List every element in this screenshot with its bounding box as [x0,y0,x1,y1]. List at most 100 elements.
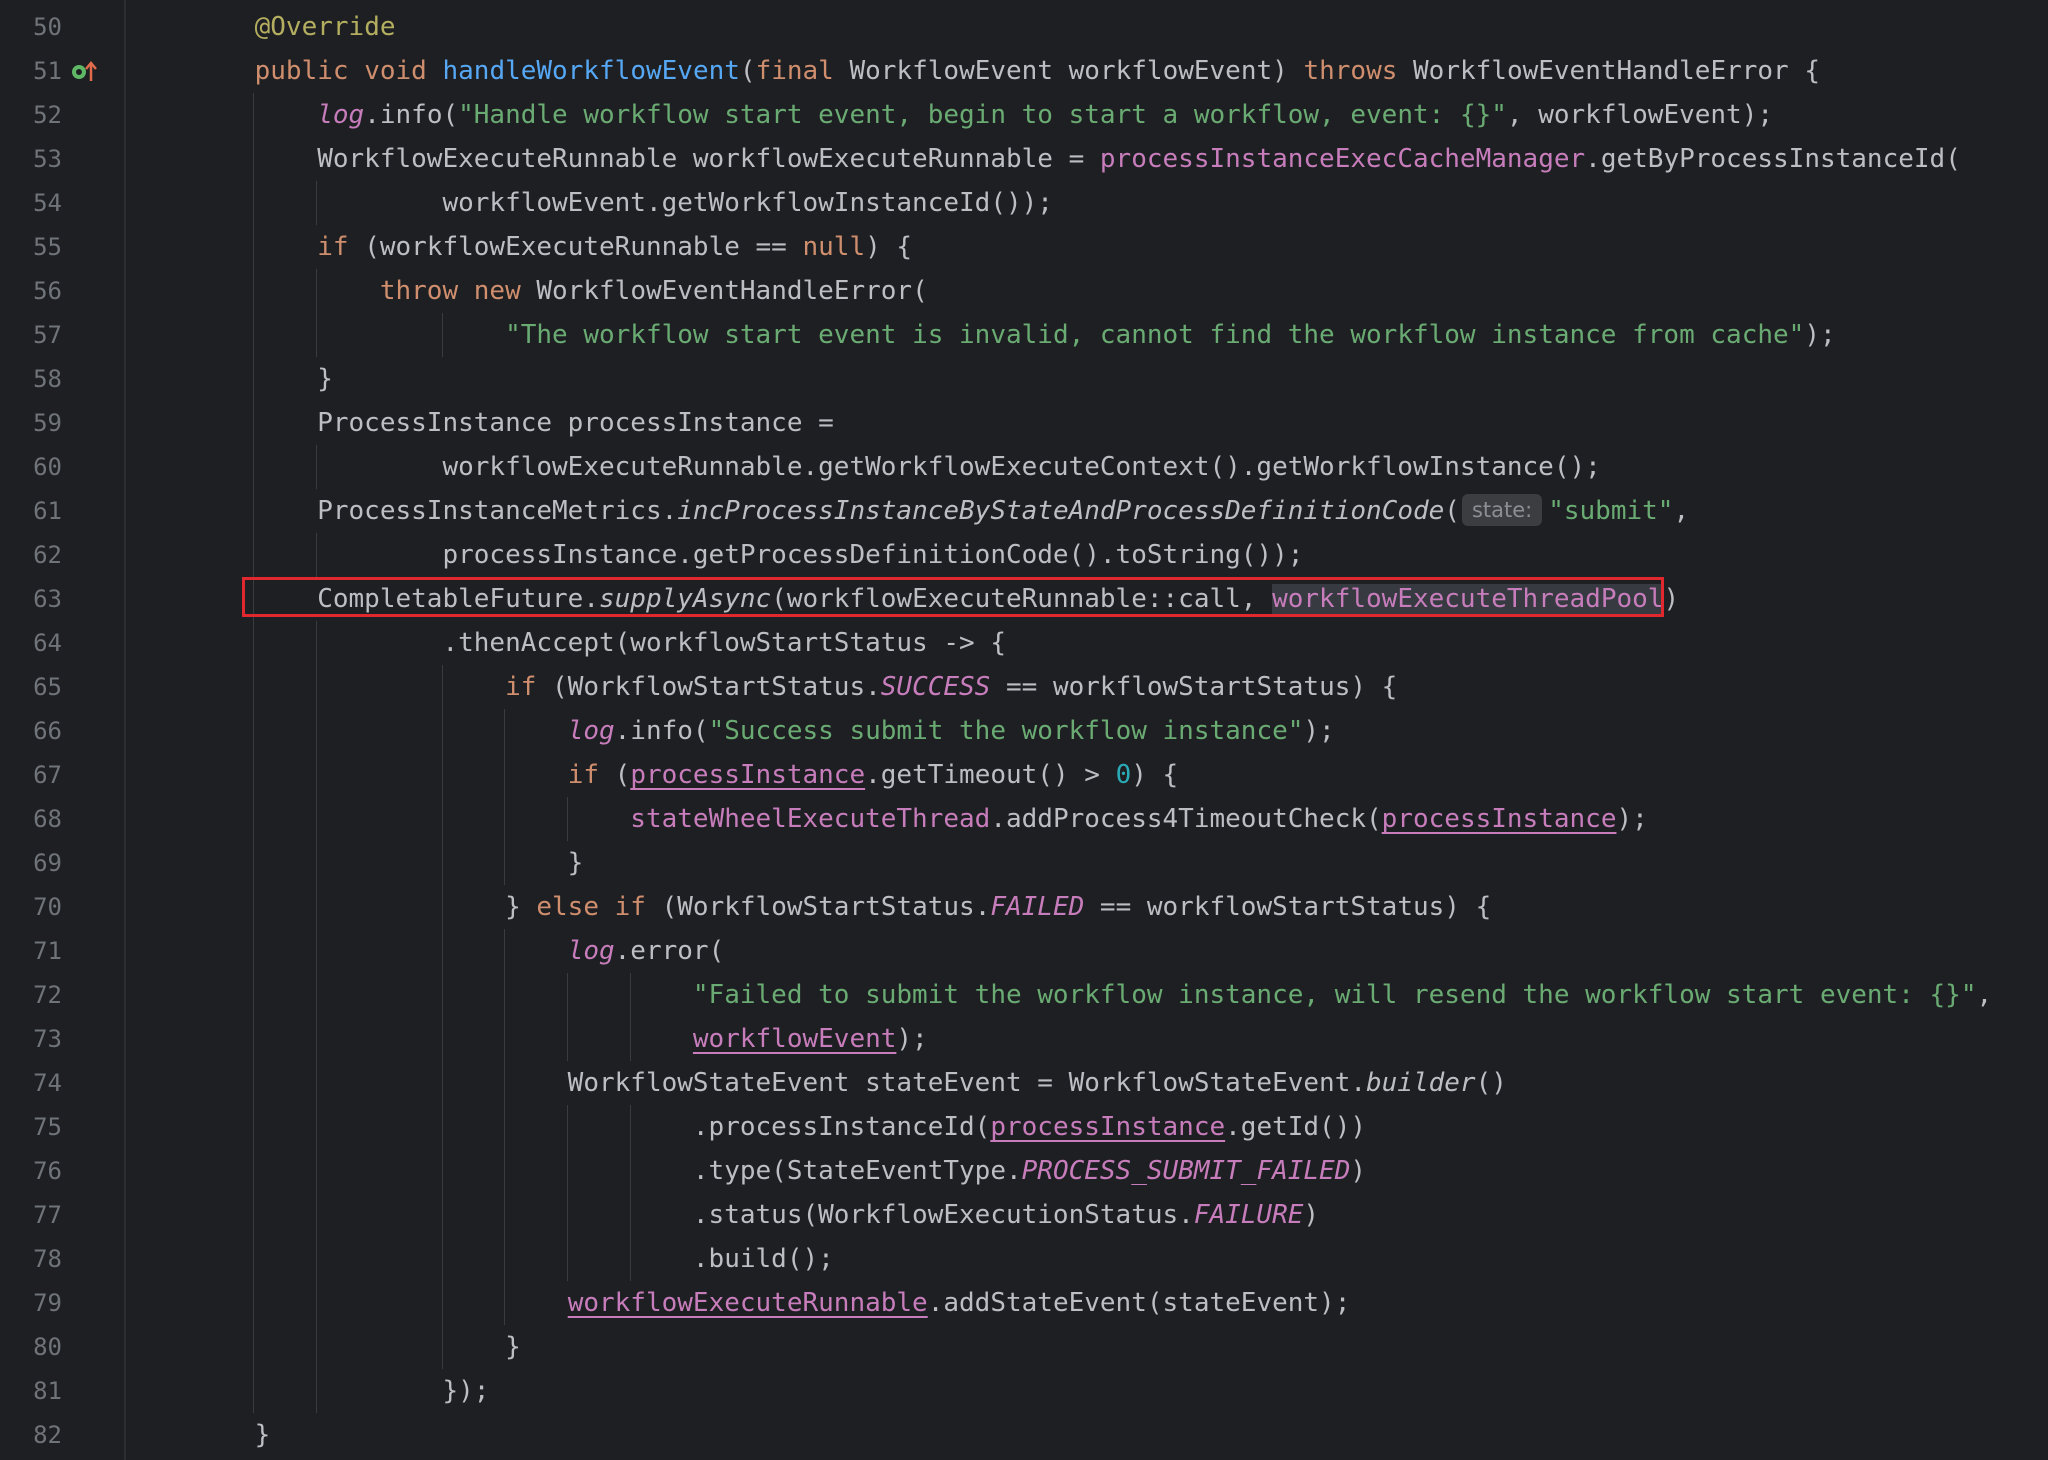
code-line: workflowExecuteRunnable.getWorkflowExecu… [192,445,1600,489]
code-line: public void handleWorkflowEvent(final Wo… [192,49,1820,93]
code-token: if [505,672,537,702]
override-implementation-icon[interactable] [70,59,98,85]
code-token: .getByProcessInstanceId( [1585,144,1961,174]
line-number: 81 [33,1377,62,1405]
line-number: 55 [33,233,62,261]
code-token: }); [192,1376,490,1406]
code-token: .info( [364,100,459,130]
code-token: .getTimeout() > [865,760,1116,790]
code-line: .build(); [192,1237,834,1281]
line-number: 71 [33,937,62,965]
line-number: 61 [33,497,62,525]
code-token: "Failed to submit the workflow instance,… [692,980,1977,1010]
code-line: workflowExecuteRunnable.addStateEvent(st… [192,1281,1351,1325]
line-number: 74 [33,1069,62,1097]
line-number: 60 [33,453,62,481]
code-line: .thenAccept(workflowStartStatus -> { [192,621,1006,665]
line-number: 62 [33,541,62,569]
code-token: 0 [1115,760,1132,790]
code-line: WorkflowStateEvent stateEvent = Workflow… [192,1061,1507,1105]
code-token: processInstance [630,760,866,790]
code-token: if [567,760,599,790]
code-line: } [192,1325,521,1369]
code-line: WorkflowExecuteRunnable workflowExecuteR… [192,137,1961,181]
code-token: processInstanceExecCacheManager [1099,144,1586,174]
line-number: 52 [33,101,62,129]
code-line: } [192,841,584,885]
code-line: "The workflow start event is invalid, ca… [192,313,1836,357]
code-token: processInstance [1381,804,1617,834]
code-token: .error( [614,936,725,966]
code-token: if [317,232,349,262]
code-line: .status(WorkflowExecutionStatus.FAILURE) [192,1193,1319,1237]
line-number: 78 [33,1245,62,1273]
code-token: } [192,848,584,878]
line-number: 76 [33,1157,62,1185]
line-number-gutter[interactable]: 50 51 52 53 54 55 56 57 58 59 60 61 62 63 64 65 66 67 68 69… [0,0,126,1460]
code-token: .processInstanceId( [192,1112,991,1142]
code-area[interactable]: @Override public void handleWorkflowEven… [126,0,2048,1460]
line-number: 51 [33,57,62,85]
code-token: throws [1303,56,1398,86]
parameter-hint: state: [1461,494,1543,526]
line-number: 64 [33,629,62,657]
code-token: ( [739,56,756,86]
code-token: ) [1350,1156,1367,1186]
code-token: workflowEvent [692,1024,897,1054]
code-token: ProcessInstanceMetrics. [192,496,678,526]
code-line: "Failed to submit the workflow instance,… [192,973,1992,1017]
code-line: } [192,357,333,401]
code-line: } else if (WorkflowStartStatus.FAILED ==… [192,885,1491,929]
code-token: null [802,232,866,262]
code-token: WorkflowEventHandleError( [520,276,928,306]
code-token: else [536,892,599,922]
code-token: "The workflow start event is invalid, ca… [505,320,1805,350]
code-token: (WorkflowStartStatus. [645,892,991,922]
code-token: WorkflowEvent workflowEvent) [833,56,1304,86]
code-token: .getId()) [1225,1112,1367,1142]
code-token: } [192,1332,521,1362]
code-token: == workflowStartStatus) { [1084,892,1492,922]
code-line: @Override [192,5,396,49]
code-token: "submit" [1548,496,1674,526]
line-number: 80 [33,1333,62,1361]
code-line: workflowEvent); [192,1017,928,1061]
code-token: .addProcess4TimeoutCheck( [990,804,1382,834]
line-number: 73 [33,1025,62,1053]
code-token: ); [896,1024,928,1054]
code-line: log.info("Success submit the workflow in… [192,709,1335,753]
code-token: log [317,100,365,130]
line-number: 58 [33,365,62,393]
line-number: 50 [33,13,62,41]
line-number: 72 [33,981,62,1009]
code-token: throw [379,276,459,306]
code-token: , workflowEvent); [1506,100,1774,130]
code-token: supplyAsync [599,584,772,614]
code-token: workflowEvent.getWorkflowInstanceId()); [192,188,1053,218]
code-line: processInstance.getProcessDefinitionCode… [192,533,1303,577]
code-token: .status(WorkflowExecutionStatus. [192,1200,1194,1230]
code-line: .type(StateEventType.PROCESS_SUBMIT_FAIL… [192,1149,1366,1193]
code-token: public [254,56,349,86]
code-token: () [1475,1068,1507,1098]
code-token: final [755,56,834,86]
line-number: 63 [33,585,62,613]
line-number: 54 [33,189,62,217]
line-number: 82 [33,1421,62,1449]
line-number: 68 [33,805,62,833]
code-token: ); [1303,716,1335,746]
code-line: if (processInstance.getTimeout() > 0) { [192,753,1179,797]
code-token: "Handle workflow start event, begin to s… [458,100,1507,130]
code-token: ( [1444,496,1460,526]
code-editor[interactable]: 50 51 52 53 54 55 56 57 58 59 60 61 62 63 64 65 66 67 68 69… [0,0,2048,1460]
